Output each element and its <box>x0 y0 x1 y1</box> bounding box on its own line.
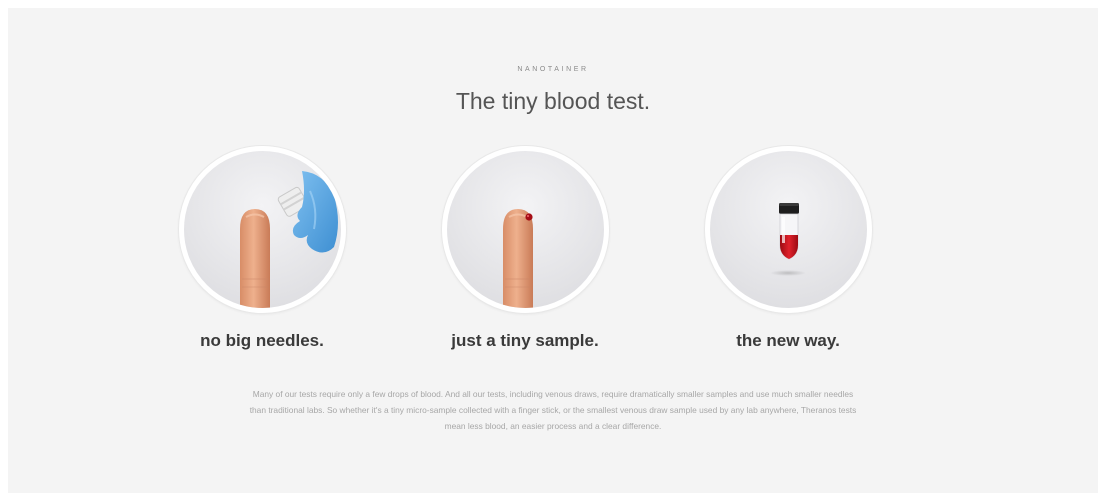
feature-new-way: the new way. <box>668 146 908 351</box>
nanotainer-tube-icon <box>769 203 806 276</box>
section-headline: The tiny blood test. <box>455 88 651 114</box>
feature-tiny-sample: just a tiny sample. <box>405 146 645 351</box>
finger-with-lancet-icon <box>239 171 338 308</box>
feature-image-circle <box>704 146 872 313</box>
nanotainer-section: NANOTAINER The tiny blood test. no big n… <box>8 8 1098 493</box>
feature-caption: no big needles. <box>200 331 324 350</box>
feature-image-circle <box>441 146 609 313</box>
section-description: Many of our tests require only a few dro… <box>249 389 857 431</box>
section-eyebrow: NANOTAINER <box>517 66 589 73</box>
finger-with-blood-drop-icon <box>502 209 533 308</box>
feature-caption: the new way. <box>736 331 840 350</box>
feature-caption: just a tiny sample. <box>451 331 599 350</box>
feature-no-big-needles: no big needles. <box>142 146 382 351</box>
feature-image-circle <box>178 146 346 313</box>
